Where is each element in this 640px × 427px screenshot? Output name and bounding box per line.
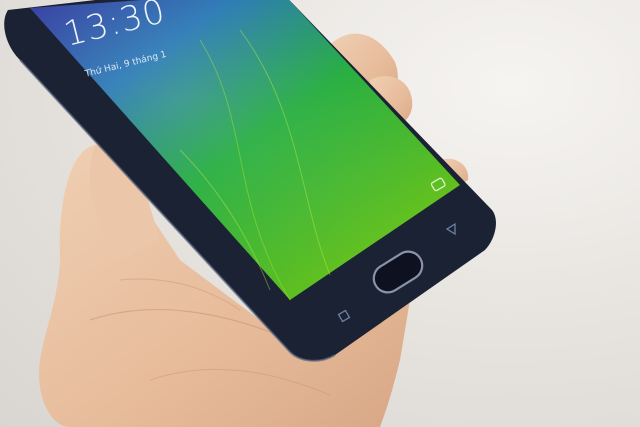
phone-in-hand-illustration bbox=[4, 0, 496, 427]
photo-scene: 13:30 Thứ Hai, 9 tháng 1 bbox=[0, 0, 640, 427]
